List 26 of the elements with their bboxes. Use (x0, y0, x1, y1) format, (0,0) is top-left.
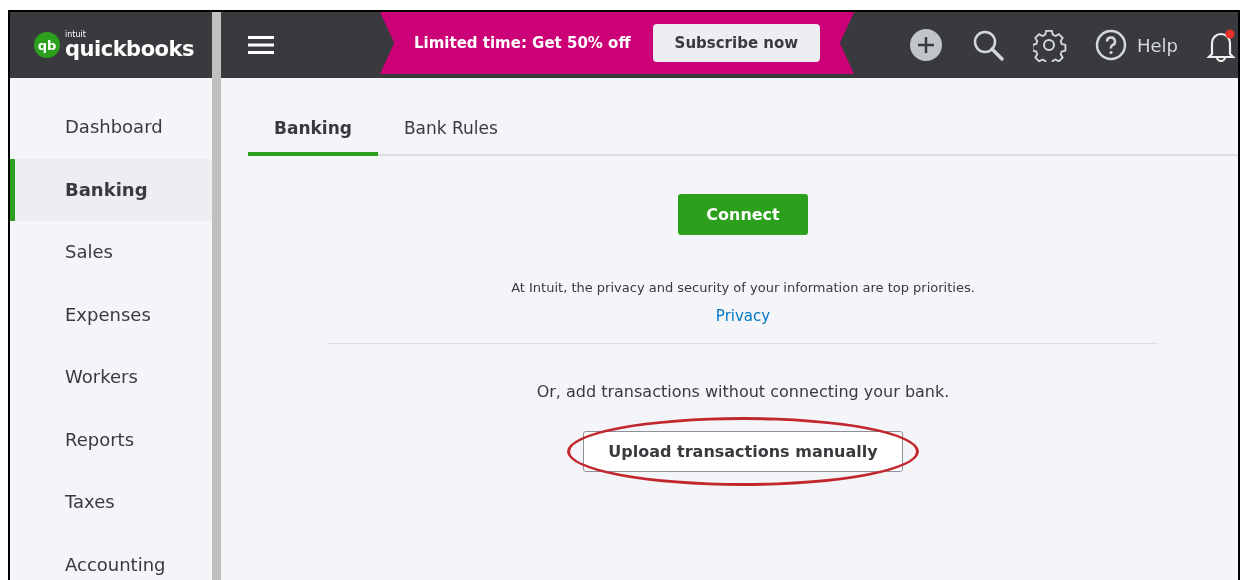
add-icon[interactable] (908, 28, 943, 62)
privacy-link[interactable]: Privacy (715, 307, 771, 325)
sidebar-item[interactable]: Sales (10, 221, 212, 284)
brand-label: intuit (65, 30, 87, 39)
sidebar-item[interactable]: Expenses (10, 283, 212, 346)
promo-text: Limited time: Get 50% off (414, 34, 631, 52)
manual-note: Or, add transactions without connecting your bank. (536, 382, 950, 401)
sidebar-item[interactable]: Accounting (10, 533, 212, 580)
tab[interactable]: Bank Rules (377, 100, 524, 156)
help-label[interactable]: Help (1136, 34, 1178, 56)
subscribe-button[interactable]: Subscribe now (652, 24, 821, 62)
menu-icon[interactable] (248, 35, 274, 55)
help-icon[interactable] (1094, 29, 1127, 61)
scrollbar[interactable] (212, 78, 221, 580)
sidebar-item[interactable]: Taxes (10, 471, 212, 534)
settings-icon[interactable] (1032, 28, 1067, 62)
sidebar-item[interactable]: Workers (10, 346, 212, 409)
sidebar-item[interactable]: Dashboard (10, 96, 212, 159)
product-logo: quickbooks (65, 38, 194, 60)
logo-mark: qb (34, 32, 60, 58)
bell-icon[interactable] (1206, 28, 1236, 62)
upload-button[interactable]: Upload transactions manually (583, 431, 903, 472)
privacy-note: At Intuit, the privacy and security of your information are top priorities. (511, 280, 975, 295)
sidebar-item[interactable]: Banking (10, 158, 212, 221)
sidebar-item[interactable]: Reports (10, 408, 212, 471)
tab[interactable]: Banking (248, 100, 378, 156)
